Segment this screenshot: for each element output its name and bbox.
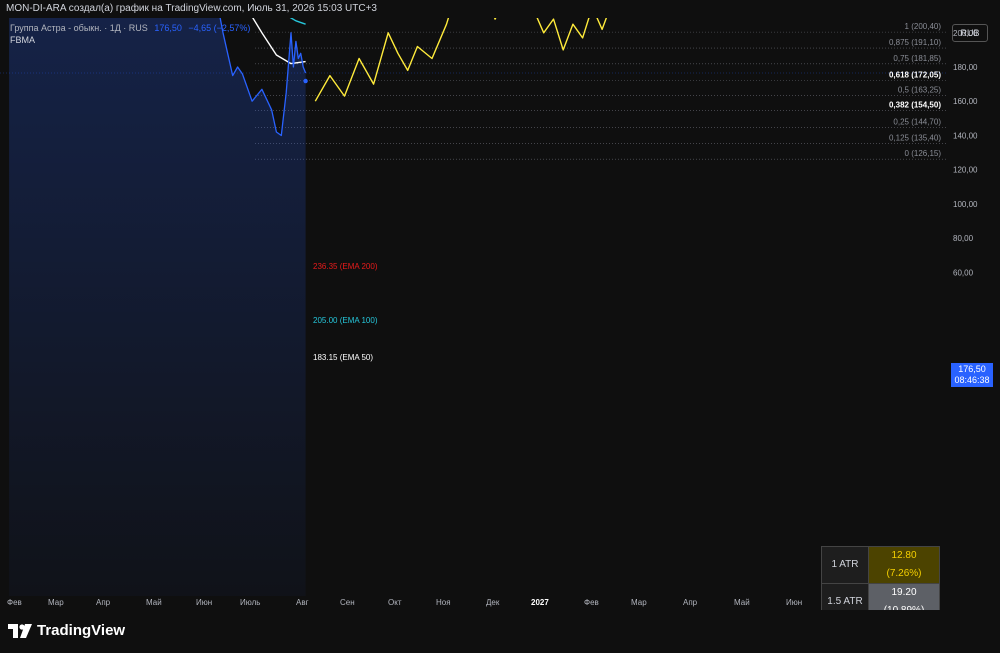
price-change: −4,65 (−2,57%) [188,23,251,33]
fib-level-label: 0,618 (172,05) [889,71,941,80]
price-tick-label: 160,00 [953,97,978,106]
time-tick-label: Окт [388,598,402,607]
price-tick-label: 80,00 [953,234,974,243]
fib-level-label: 0,75 (181,85) [893,54,941,63]
price-tick-label: 100,00 [953,200,978,209]
projection-line [314,18,608,102]
time-tick-label: Июн [196,598,212,607]
last-price-dot [303,78,308,84]
time-tick-label: Апр [96,598,111,607]
time-tick-label: 2027 [531,598,549,607]
ema50-label: 183.15 (EMA 50) [313,353,373,362]
tradingview-logo-icon [8,623,32,638]
time-tick-label: Авг [296,598,309,607]
time-tick-label: Ноя [436,598,451,607]
bar-countdown: 08:46:38 [954,375,990,385]
time-tick-label: Май [734,598,750,607]
time-tick-label: Фев [584,598,599,607]
price-tick-label: 120,00 [953,166,978,175]
time-tick-label: Дек [486,598,500,607]
time-tick-label: Июль [240,598,260,607]
price-tick-label: 60,00 [953,268,974,277]
current-price-value: 176,50 [958,364,986,374]
price-chart[interactable]: 3,14 (359,35)2,618 (320,55)2,5 (311,80)2… [0,18,1000,610]
ema-labels: 236.35 (EMA 200) 205.00 (EMA 100) 183.15… [313,262,378,362]
price-area-fill [9,18,306,596]
footer: TradingView [0,610,1000,653]
atr-value: 12.80 (7.26%) [868,546,940,584]
price-area [9,18,306,596]
time-tick-label: Май [146,598,162,607]
time-axis[interactable]: Фев Мар Апр Май Июн Июль Авг Сен Окт Ноя Дек 2027 Фе… [7,598,902,607]
chart-legend[interactable]: Группа Астра - обыкн. · 1Д · RUS 176,50 … [10,22,250,46]
tradingview-brand: TradingView [37,622,126,639]
fib-level-label: 0,875 (191,10) [889,38,941,47]
currency-button[interactable]: RUB [952,24,988,42]
fib-level-label: 0 (126,15) [905,149,942,158]
price-tick-label: 140,00 [953,131,978,140]
time-tick-label: Июн [786,598,802,607]
symbol-info[interactable]: Группа Астра - обыкн. · 1Д · RUS [10,23,148,33]
fib-level-label: 1 (200,40) [905,22,942,31]
tradingview-logo[interactable]: TradingView [8,622,125,639]
last-price: 176,50 [154,23,182,33]
fib-level-label: 0,382 (154,50) [889,101,941,110]
atr-row: 1 ATR 12.80 (7.26%) [821,546,940,584]
price-axis[interactable]: 360,00340,00320,00300,00280,00260,00240,… [953,18,978,278]
time-tick-label: Сен [340,598,355,607]
ema100-label: 205.00 (EMA 100) [313,316,378,325]
current-price-tag: 176,50 08:46:38 [951,363,993,387]
atr-label: 1 ATR [821,546,869,584]
time-tick-label: Фев [7,598,22,607]
fibonacci-levels: 3,14 (359,35)2,618 (320,55)2,5 (311,80)2… [255,22,946,160]
time-tick-label: Мар [631,598,647,607]
fib-level-label: 0,125 (135,40) [889,133,941,142]
price-tick-label: 180,00 [953,63,978,72]
ema200-label: 236.35 (EMA 200) [313,262,378,271]
chart-header-caption: MON-DI-ARA создал(а) график на TradingVi… [0,0,1000,18]
fib-level-label: 0,25 (144,70) [893,117,941,126]
fib-level-label: 0,5 (163,25) [898,86,941,95]
indicator-name[interactable]: FBMA [10,34,250,46]
time-tick-label: Мар [48,598,64,607]
time-tick-label: Апр [683,598,698,607]
